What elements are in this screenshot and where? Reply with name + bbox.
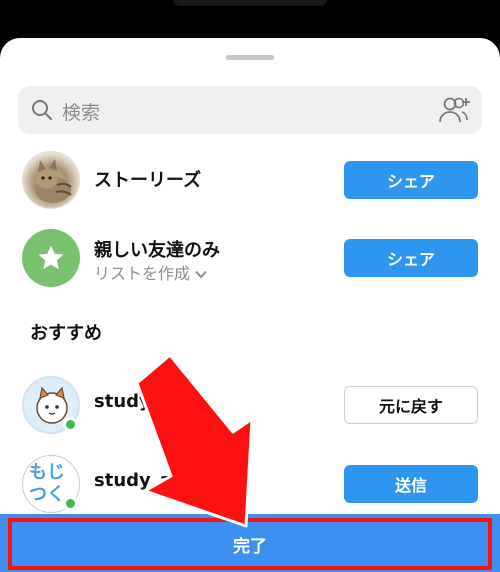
row-name: study_ap (94, 470, 185, 491)
add-people-icon[interactable] (438, 96, 472, 128)
send-button[interactable]: 送信 (344, 465, 478, 503)
search-icon (31, 99, 53, 125)
online-indicator (63, 496, 78, 511)
undo-button[interactable]: 元に戻す (344, 386, 478, 424)
share-button-close-friends[interactable]: シェア (344, 239, 478, 277)
chevron-down-icon (195, 264, 207, 283)
list-item-stories: ストーリーズ シェア (0, 144, 500, 214)
list-item-suggestion: study. 元に戻す (0, 369, 500, 439)
status-bar-pill (173, 0, 327, 6)
done-button[interactable]: 完了 (8, 518, 492, 570)
avatar-moji-text: もじ つく (29, 462, 65, 505)
online-indicator (63, 417, 78, 432)
avatar-close-friends (22, 229, 80, 287)
create-list-label[interactable]: リストを作成 (94, 264, 190, 283)
search-placeholder[interactable]: 検索 (62, 98, 100, 125)
share-sheet: 検索 ストーリーズ シェア 親しい友達のみ リストを作成 シェア おすすめ st… (0, 38, 500, 572)
row-name: 親しい友達のみ (94, 240, 220, 261)
done-button-label[interactable]: 完了 (233, 532, 267, 557)
share-button-stories[interactable]: シェア (344, 161, 478, 199)
list-item-close-friends: 親しい友達のみ リストを作成 シェア (0, 222, 500, 292)
row-name: study. (94, 391, 156, 412)
star-icon (38, 245, 64, 270)
avatar-stories (22, 151, 80, 209)
list-item-suggestion: もじ つく study_ap 送信 (0, 448, 500, 518)
section-title: おすすめ (30, 323, 102, 344)
create-list-link[interactable]: リストを作成 (94, 260, 207, 284)
row-name: ストーリーズ (94, 170, 202, 191)
search-bar[interactable]: 検索 (18, 86, 482, 134)
sheet-grabber[interactable] (226, 55, 274, 60)
done-bar: 完了 (0, 514, 500, 572)
